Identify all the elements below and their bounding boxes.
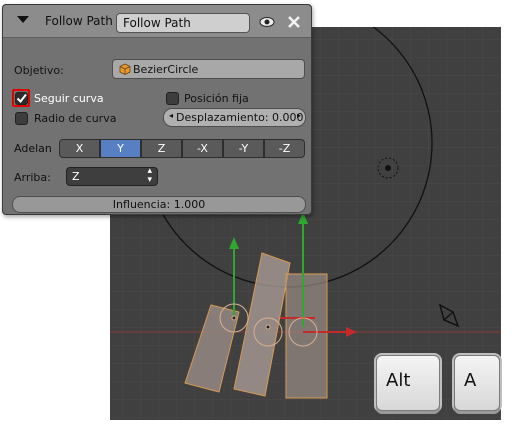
panel-header: Follow Path Follow Path bbox=[3, 5, 311, 38]
arrow-left-icon[interactable]: ◂ bbox=[169, 111, 173, 120]
object-icon bbox=[119, 63, 131, 75]
forward-axis-neg-y[interactable]: -Y bbox=[223, 139, 264, 158]
fixed-position-label: Posición fija bbox=[184, 92, 249, 105]
forward-axis-x[interactable]: X bbox=[59, 139, 100, 158]
follow-curve-checkbox[interactable] bbox=[15, 92, 28, 105]
target-field[interactable]: BezierCircle bbox=[112, 59, 305, 79]
checkmark-icon bbox=[16, 93, 27, 104]
constraint-name-field[interactable]: Follow Path bbox=[116, 13, 250, 33]
curve-radius-checkbox[interactable] bbox=[15, 112, 28, 125]
key-alt: Alt bbox=[376, 355, 440, 411]
forward-axis-neg-z[interactable]: -Z bbox=[264, 139, 305, 158]
follow-curve-label: Seguir curva bbox=[34, 92, 104, 105]
forward-axis-neg-x[interactable]: -X bbox=[182, 139, 223, 158]
close-icon[interactable] bbox=[285, 13, 303, 31]
fixed-position-checkbox[interactable] bbox=[166, 92, 179, 105]
up-axis-select[interactable]: Z ▴ ▾ bbox=[66, 167, 158, 186]
up-axis-value: Z bbox=[72, 170, 80, 183]
updown-icon: ▴ ▾ bbox=[147, 166, 152, 185]
offset-value: Desplazamiento: 0.000 bbox=[176, 111, 304, 124]
panel-title: Follow Path bbox=[45, 14, 113, 28]
target-value: BezierCircle bbox=[133, 63, 199, 76]
forward-axis-z[interactable]: Z bbox=[141, 139, 182, 158]
offset-field[interactable]: ◂ Desplazamiento: 0.000 ▸ bbox=[163, 108, 306, 127]
key-a: A bbox=[454, 355, 500, 411]
eye-icon[interactable] bbox=[259, 15, 275, 29]
forward-label: Adelan bbox=[14, 142, 52, 155]
up-label: Arriba: bbox=[14, 171, 51, 184]
curve-radius-label: Radio de curva bbox=[34, 112, 117, 125]
influence-slider[interactable]: Influencia: 1.000 bbox=[12, 196, 306, 213]
arrow-right-icon[interactable]: ▸ bbox=[297, 111, 301, 120]
target-label: Objetivo: bbox=[14, 64, 64, 77]
forward-axis-y[interactable]: Y bbox=[100, 139, 141, 158]
follow-path-constraint-panel: Follow Path Follow Path Objetivo: Bezier… bbox=[2, 4, 312, 215]
disclosure-triangle-icon[interactable] bbox=[17, 16, 29, 23]
